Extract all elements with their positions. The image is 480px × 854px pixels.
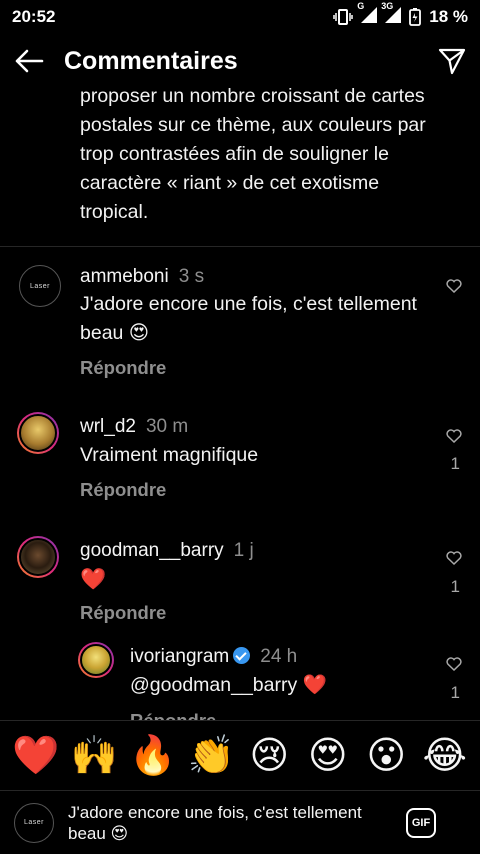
emoji-heart-eyes[interactable]: 😍: [305, 737, 351, 775]
reply-button[interactable]: Répondre: [80, 602, 166, 624]
comments-list[interactable]: proposer un nombre croissant de cartes p…: [0, 84, 480, 720]
comment-input[interactable]: J'adore encore une fois, c'est tellement…: [68, 802, 406, 844]
signal-3g-icon: 3G: [381, 1, 402, 28]
comment-text: ❤️: [80, 568, 107, 591]
paper-plane-icon[interactable]: [438, 47, 466, 75]
header: Commentaires: [0, 38, 480, 84]
comment-username[interactable]: goodman__barry: [80, 540, 224, 561]
like-count: 1: [450, 683, 460, 702]
verified-badge-icon: [233, 647, 251, 664]
avatar[interactable]: Laser: [19, 265, 61, 307]
like-count: 1: [450, 577, 460, 596]
gif-button[interactable]: GIF: [406, 807, 436, 838]
heart-icon[interactable]: [446, 551, 462, 565]
emoji-bar: ❤️ 🙌 🔥 👏 😢 😍 😮 😂: [0, 720, 480, 790]
avatar[interactable]: [78, 642, 114, 678]
comment-text: @goodman__barry ❤️: [130, 674, 327, 696]
status-bar: 20:52 G 3G 18 %: [0, 0, 480, 34]
comment-composer: Laser J'adore encore une fois, c'est tel…: [0, 790, 480, 854]
comment-time: 1 j: [233, 540, 254, 561]
battery-level: 18 %: [429, 7, 468, 26]
comment-text: J'adore encore une fois, c'est tellement…: [80, 293, 417, 344]
emoji-surprised[interactable]: 😮: [363, 737, 409, 775]
comment-username[interactable]: ammeboni: [80, 266, 169, 287]
comment-time: 30 m: [145, 416, 189, 437]
battery-icon: [409, 8, 422, 26]
arrow-left-icon[interactable]: [14, 49, 44, 73]
page-title: Commentaires: [64, 46, 238, 75]
comment-text: Vraiment magnifique: [80, 444, 259, 466]
emoji-tears-of-joy[interactable]: 😂: [422, 737, 468, 775]
reply-button[interactable]: Répondre: [130, 710, 216, 720]
avatar: Laser: [14, 802, 54, 843]
comment-time: 3 s: [178, 266, 205, 287]
caption-divider: [0, 246, 480, 247]
emoji-fire[interactable]: 🔥: [129, 737, 176, 775]
heart-icon[interactable]: [446, 429, 462, 443]
comment-username[interactable]: wrl_d2: [80, 416, 136, 437]
post-caption: proposer un nombre croissant de cartes p…: [80, 85, 426, 223]
comment-header: wrl_d2 30 m: [80, 416, 188, 438]
status-time: 20:52: [12, 7, 56, 26]
emoji-heart[interactable]: ❤️: [12, 737, 59, 775]
avatar[interactable]: [17, 412, 59, 454]
emoji-cry[interactable]: 😢: [246, 737, 292, 775]
comment-time: 24 h: [260, 646, 298, 667]
reply-button[interactable]: Répondre: [80, 357, 166, 379]
heart-icon[interactable]: [446, 279, 462, 293]
comment-header: ivoriangram 24 h: [130, 646, 297, 668]
comment-header: goodman__barry 1 j: [80, 540, 254, 562]
avatar[interactable]: [17, 536, 59, 578]
reply-button[interactable]: Répondre: [80, 479, 166, 501]
comment-header: ammeboni 3 s: [80, 266, 204, 288]
heart-icon[interactable]: [446, 657, 462, 671]
comment-username[interactable]: ivoriangram: [130, 646, 229, 667]
status-icons: G 3G 18 %: [333, 1, 468, 28]
like-count: 1: [450, 454, 460, 473]
emoji-raised-hands[interactable]: 🙌: [71, 737, 118, 775]
signal-icon: G: [357, 1, 378, 28]
emoji-clap[interactable]: 👏: [188, 737, 235, 775]
vibrate-icon: [333, 9, 353, 25]
